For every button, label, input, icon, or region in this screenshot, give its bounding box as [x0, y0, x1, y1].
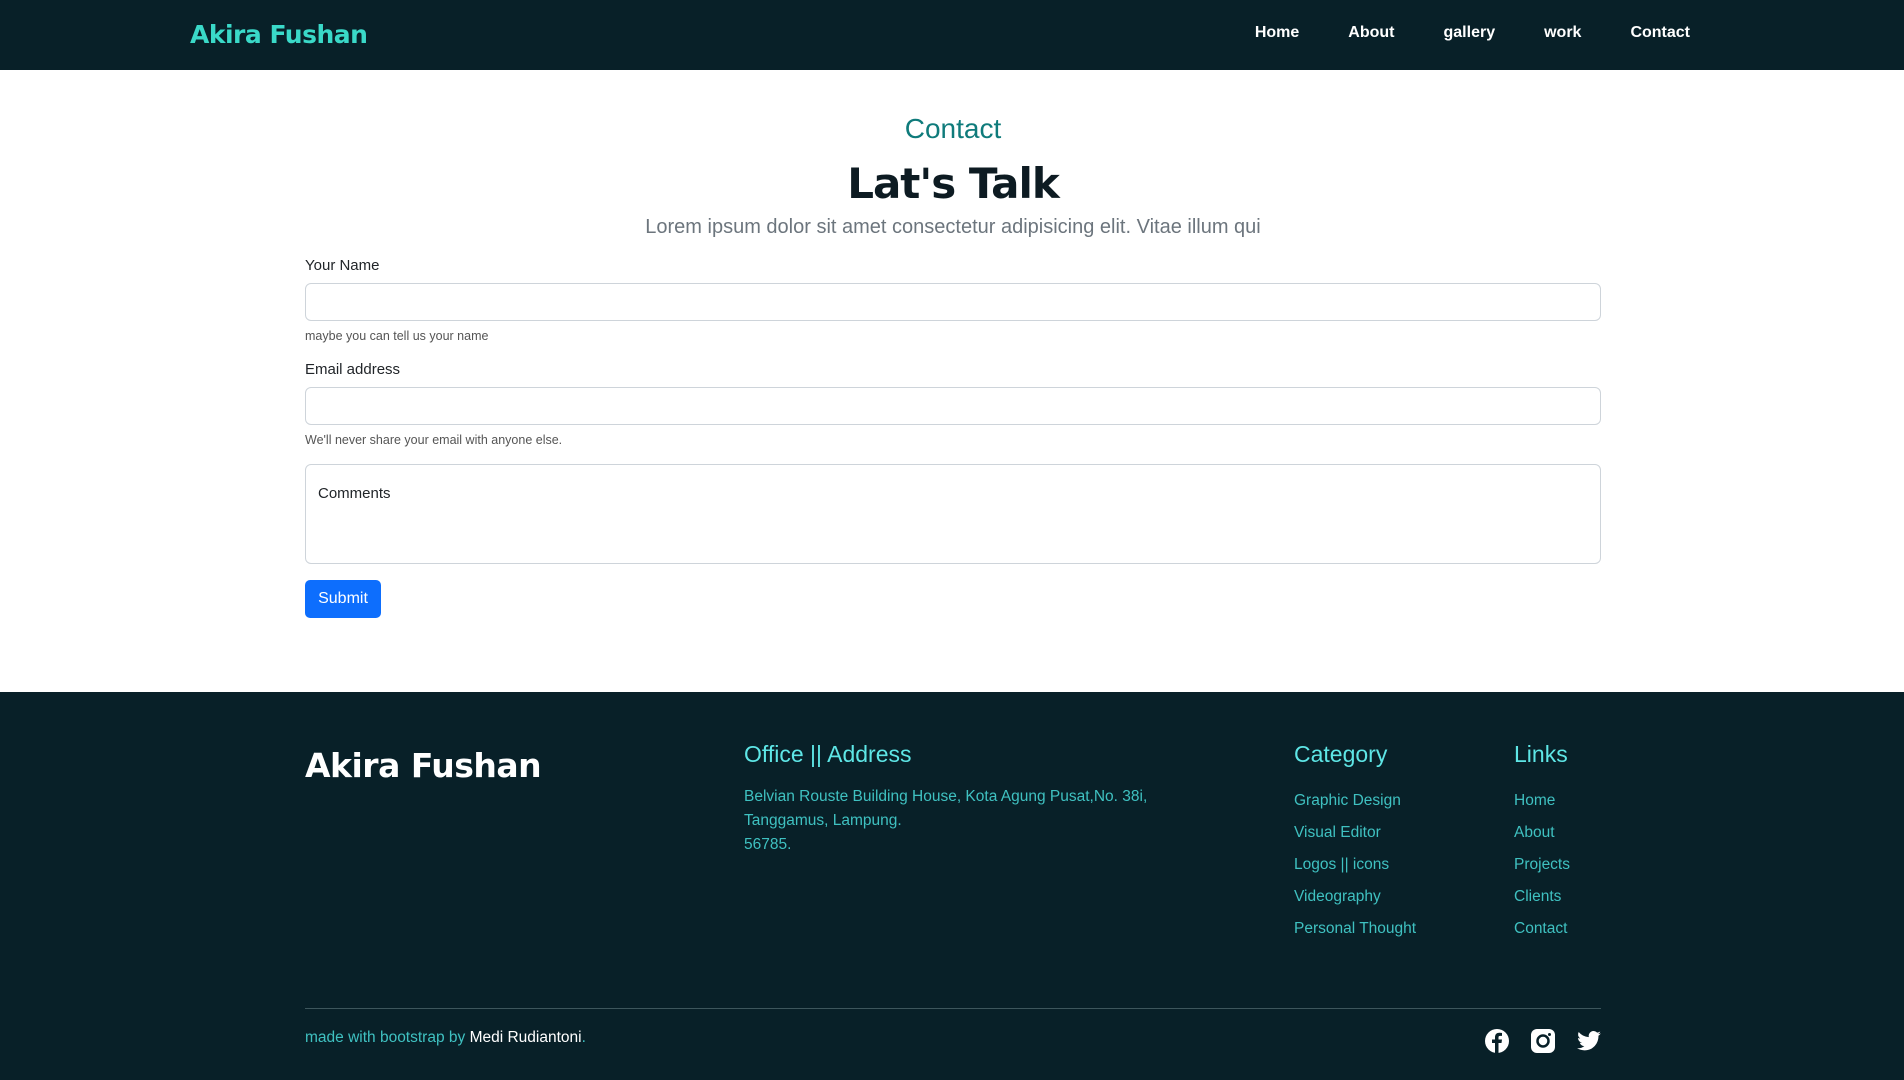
address-line: 56785.: [744, 836, 792, 853]
nav-home[interactable]: Home: [1255, 24, 1299, 42]
footer-link[interactable]: Contact: [1514, 917, 1570, 949]
twitter-icon[interactable]: [1576, 1028, 1602, 1054]
page-title: Lat's Talk: [847, 159, 1060, 208]
links-title: Links: [1514, 741, 1568, 767]
name-label: Your Name: [305, 257, 380, 274]
address-line: Belvian Rouste Building House, Kota Agun…: [744, 788, 1148, 805]
comments-placeholder: Comments: [318, 485, 391, 502]
address-line: Tanggamus, Lampung.: [744, 812, 902, 829]
footer-link[interactable]: Clients: [1514, 885, 1570, 917]
contact-section: Contact Lat's Talk Lorem ipsum dolor sit…: [305, 70, 1601, 618]
submit-button[interactable]: Submit: [305, 580, 381, 618]
credit-suffix: .: [581, 1029, 586, 1046]
footer: Akira Fushan Office || Address Belvian R…: [0, 692, 1904, 1080]
footer-brand: Akira Fushan: [305, 746, 542, 785]
nav-gallery[interactable]: gallery: [1444, 24, 1496, 42]
category-link[interactable]: Graphic Design: [1294, 789, 1416, 821]
footer-link[interactable]: Home: [1514, 789, 1570, 821]
author-link[interactable]: Medi Rudiantoni: [470, 1029, 582, 1046]
category-link[interactable]: Logos || icons: [1294, 853, 1416, 885]
credit-prefix: made with bootstrap by: [305, 1029, 470, 1046]
address: Belvian Rouste Building House, Kota Agun…: [744, 785, 1147, 857]
links-list: Home About Projects Clients Contact: [1514, 789, 1570, 949]
email-input[interactable]: [305, 387, 1601, 425]
nav-work[interactable]: work: [1544, 24, 1581, 42]
lead-text: Lorem ipsum dolor sit amet consectetur a…: [645, 216, 1261, 238]
brand-logo[interactable]: Akira Fushan: [190, 20, 368, 49]
social-icons: [1484, 1028, 1602, 1054]
footer-link[interactable]: About: [1514, 821, 1570, 853]
nav-menu: Home About gallery work Contact: [1206, 24, 1690, 42]
category-link[interactable]: Personal Thought: [1294, 917, 1416, 949]
footer-link[interactable]: Projects: [1514, 853, 1570, 885]
category-title: Category: [1294, 741, 1388, 767]
navbar: Akira Fushan Home About gallery work Con…: [0, 0, 1904, 70]
facebook-icon[interactable]: [1484, 1028, 1510, 1054]
instagram-icon[interactable]: [1530, 1028, 1556, 1054]
category-link[interactable]: Visual Editor: [1294, 821, 1416, 853]
name-help: maybe you can tell us your name: [305, 329, 489, 343]
section-label: Contact: [904, 113, 1002, 144]
email-help: We'll never share your email with anyone…: [305, 433, 563, 447]
office-title: Office || Address: [744, 741, 912, 767]
category-link[interactable]: Videography: [1294, 885, 1416, 917]
credit: made with bootstrap by Medi Rudiantoni.: [305, 1029, 586, 1047]
comments-textarea[interactable]: Comments: [305, 464, 1601, 564]
footer-divider: [305, 1008, 1601, 1009]
nav-contact[interactable]: Contact: [1630, 24, 1690, 42]
name-input[interactable]: [305, 283, 1601, 321]
nav-about[interactable]: About: [1348, 24, 1394, 42]
category-list: Graphic Design Visual Editor Logos || ic…: [1294, 789, 1416, 949]
email-label: Email address: [305, 361, 401, 378]
